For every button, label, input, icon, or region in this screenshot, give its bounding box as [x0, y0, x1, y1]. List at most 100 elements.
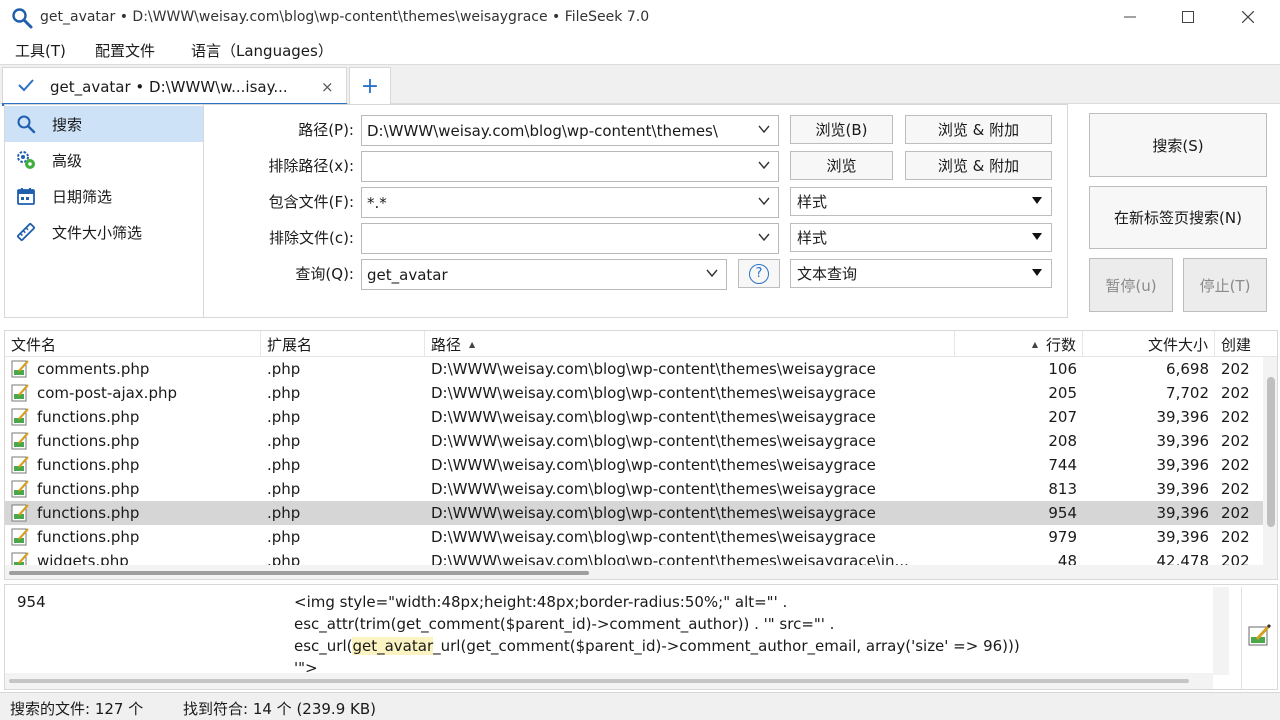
close-window-button[interactable] — [1218, 0, 1278, 34]
nav-item-advanced[interactable]: 高级 — [5, 142, 203, 178]
table-row[interactable]: functions.php .php D:\WWW\weisay.com\blog\… — [5, 405, 1277, 429]
table-row[interactable]: functions.php .php D:\WWW\weisay.com\blog\… — [5, 453, 1277, 477]
cell-size: 39,396 — [1156, 480, 1210, 498]
filename-text: functions.php — [37, 432, 140, 450]
table-row[interactable]: functions.php .php D:\WWW\weisay.com\blog\… — [5, 429, 1277, 453]
column-header-size[interactable]: 文件大小 — [1083, 331, 1215, 357]
gears-icon — [15, 149, 37, 171]
column-header-path[interactable]: 路径 ▲ — [425, 331, 955, 357]
include-files-combobox[interactable]: *.* — [361, 187, 779, 218]
cell-created: 202 — [1221, 504, 1250, 522]
sort-ascending-icon: ▲ — [469, 339, 476, 349]
scrollbar-thumb[interactable] — [9, 571, 589, 575]
menu-tools[interactable]: 工具(T) — [15, 40, 66, 61]
preview-vertical-scrollbar[interactable] — [1213, 587, 1229, 675]
chevron-down-icon[interactable] — [758, 231, 770, 246]
scrollbar-thumb[interactable] — [1267, 377, 1275, 527]
cell-size: 7,702 — [1166, 384, 1209, 402]
cell-path: D:\WWW\weisay.com\blog\wp-content\themes… — [431, 360, 876, 378]
line-header-label: 行数 — [1045, 335, 1076, 354]
cell-filename: comments.php — [5, 357, 261, 381]
php-file-icon — [5, 360, 37, 378]
menu-bar: 工具(T) 配置文件 语言（Languages） — [0, 36, 1280, 64]
cell-path: D:\WWW\weisay.com\blog\wp-content\themes… — [431, 480, 876, 498]
column-header-extension[interactable]: 扩展名 — [261, 331, 425, 357]
new-tab-button[interactable]: + — [349, 67, 391, 104]
query-mode-value: 文本查询 — [797, 265, 858, 283]
exclude-mode-select[interactable]: 样式 — [790, 223, 1052, 252]
dropdown-arrow-icon — [1032, 269, 1042, 276]
code-line: esc_attr(trim(get_comment($parent_id)->c… — [294, 615, 835, 633]
results-horizontal-scrollbar[interactable] — [5, 565, 1277, 579]
open-in-editor-button[interactable] — [1241, 587, 1277, 689]
cell-path: D:\WWW\weisay.com\blog\wp-content\themes… — [431, 456, 876, 474]
scrollbar-thumb[interactable] — [9, 679, 1189, 683]
maximize-button[interactable] — [1158, 0, 1218, 34]
cell-filename: functions.php — [5, 525, 261, 549]
nav-item-date-filter[interactable]: 日期筛选 — [5, 178, 203, 214]
path-combobox[interactable]: D:\WWW\weisay.com\blog\wp-content\themes… — [361, 115, 779, 146]
table-row[interactable]: functions.php .php D:\WWW\weisay.com\blog\… — [5, 477, 1277, 501]
cell-filename: functions.php — [5, 453, 261, 477]
search-match-highlight: get_avatar — [352, 637, 434, 655]
dropdown-arrow-icon — [1032, 197, 1042, 204]
php-file-icon — [5, 504, 37, 522]
chevron-down-icon[interactable] — [758, 195, 770, 210]
browse-exclude-button[interactable]: 浏览 — [790, 151, 893, 180]
cell-created: 202 — [1221, 528, 1250, 546]
status-bar: 搜索的文件: 127 个 找到符合: 14 个 (239.9 KB) — [0, 692, 1280, 720]
search-button[interactable]: 搜索(S) — [1089, 113, 1267, 177]
help-icon: ? — [749, 263, 769, 284]
browse-button[interactable]: 浏览(B) — [790, 115, 893, 144]
query-help-button[interactable]: ? — [738, 259, 780, 288]
cell-size: 39,396 — [1156, 456, 1210, 474]
preview-horizontal-scrollbar[interactable] — [5, 673, 1213, 689]
edit-file-icon — [1247, 623, 1273, 653]
exclude-mode-value: 样式 — [797, 229, 828, 247]
tab-close-icon[interactable]: × — [321, 78, 334, 96]
chevron-down-icon[interactable] — [758, 159, 770, 174]
filename-text: functions.php — [37, 456, 140, 474]
cell-extension: .php — [267, 408, 301, 426]
column-header-line[interactable]: ▲ 行数 — [955, 331, 1083, 357]
include-mode-select[interactable]: 样式 — [790, 187, 1052, 216]
cell-created: 202 — [1221, 480, 1250, 498]
column-header-filename[interactable]: 文件名 — [5, 331, 261, 357]
table-row[interactable]: functions.php .php D:\WWW\weisay.com\blog\… — [5, 501, 1277, 525]
chevron-down-icon[interactable] — [758, 123, 770, 138]
menu-languages[interactable]: 语言（Languages） — [191, 40, 333, 61]
menu-profiles[interactable]: 配置文件 — [95, 40, 155, 61]
cell-line: 813 — [1048, 480, 1077, 498]
tab-search-result[interactable]: get_avatar • D:\WWW\w...isay... × — [2, 67, 347, 106]
pause-button[interactable]: 暂停(u) — [1089, 258, 1173, 312]
exclude-files-combobox[interactable] — [361, 223, 779, 254]
search-icon — [15, 113, 37, 135]
query-mode-select[interactable]: 文本查询 — [790, 259, 1052, 288]
chevron-down-icon[interactable] — [706, 267, 718, 282]
filename-text: functions.php — [37, 504, 140, 522]
tab-label: get_avatar • D:\WWW\w...isay... — [50, 78, 288, 96]
nav-item-size-filter[interactable]: 文件大小筛选 — [5, 214, 203, 250]
results-vertical-scrollbar[interactable] — [1263, 357, 1277, 567]
stop-button[interactable]: 停止(T) — [1183, 258, 1267, 312]
cell-path: D:\WWW\weisay.com\blog\wp-content\themes… — [431, 528, 876, 546]
cell-extension: .php — [267, 528, 301, 546]
query-combobox[interactable]: get_avatar — [361, 259, 727, 290]
cell-path: D:\WWW\weisay.com\blog\wp-content\themes… — [431, 408, 876, 426]
search-new-tab-button[interactable]: 在新标签页搜索(N) — [1089, 186, 1267, 249]
cell-filename: functions.php — [5, 501, 261, 525]
ruler-icon — [15, 221, 37, 243]
browse-append-exclude-button[interactable]: 浏览 & 附加 — [905, 151, 1052, 180]
table-row[interactable]: com-post-ajax.php .php D:\WWW\weisay.com\b… — [5, 381, 1277, 405]
column-header-created[interactable]: 创建 — [1215, 331, 1277, 357]
table-row[interactable]: functions.php .php D:\WWW\weisay.com\blog\… — [5, 525, 1277, 549]
minimize-button[interactable] — [1100, 0, 1160, 34]
cell-line: 106 — [1048, 360, 1077, 378]
exclude-path-combobox[interactable] — [361, 151, 779, 182]
cell-size: 39,396 — [1156, 432, 1210, 450]
table-row[interactable]: comments.php .php D:\WWW\weisay.com\blog\w… — [5, 357, 1277, 381]
browse-append-button[interactable]: 浏览 & 附加 — [905, 115, 1052, 144]
php-file-icon — [5, 432, 37, 450]
nav-label: 搜索 — [52, 115, 83, 134]
nav-item-search[interactable]: 搜索 — [5, 106, 203, 142]
